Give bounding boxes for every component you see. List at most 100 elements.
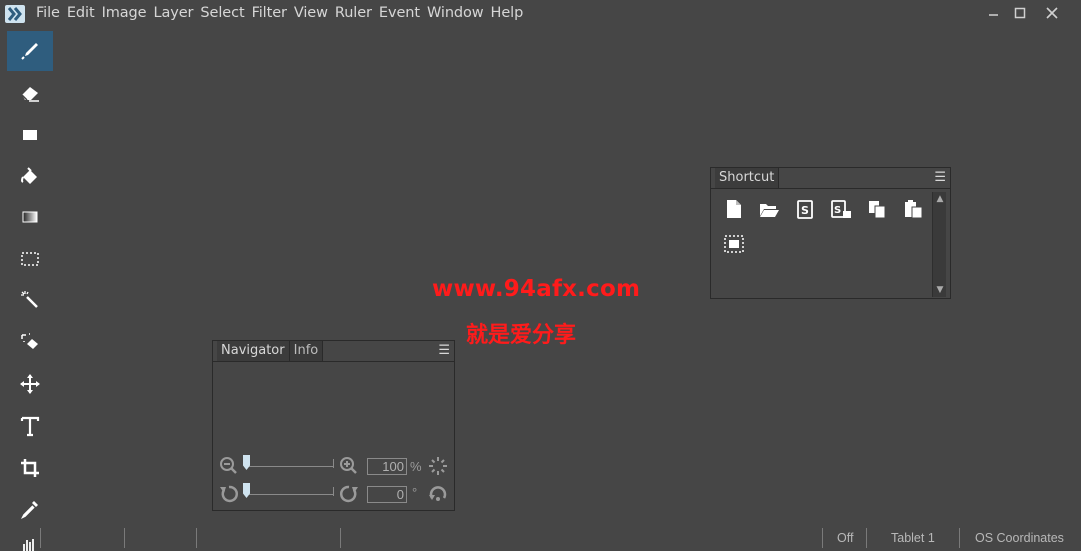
rotate-left-icon[interactable] [219,484,239,504]
marquee-icon [21,252,39,266]
rotation-slider-thumb[interactable] [243,483,250,498]
status-divider [124,528,125,548]
navigator-preview[interactable] [217,365,450,451]
zoom-slider-end [333,459,334,468]
rotation-slider-track[interactable] [244,494,334,495]
crop-icon [21,459,39,477]
status-divider [822,528,823,548]
reset-rotation-icon[interactable] [428,484,448,504]
menu-ruler[interactable]: Ruler [335,5,372,21]
menu-file[interactable]: File [36,5,60,21]
save-button[interactable]: S [793,197,817,221]
status-coordinates[interactable]: OS Coordinates [975,531,1064,545]
shortcut-panel: Shortcut ☰ S S ▲ ▼ [710,167,951,299]
scroll-down-icon[interactable]: ▼ [933,283,947,297]
zoom-value-field[interactable]: 100 [367,458,407,475]
paste-button[interactable] [901,197,925,221]
shortcut-scrollbar[interactable]: ▲ ▼ [932,192,946,297]
status-divider [340,528,341,548]
status-divider [196,528,197,548]
save-as-button[interactable]: S [829,197,853,221]
tool-bar [0,30,58,551]
menu-edit[interactable]: Edit [67,5,95,21]
tab-navigator[interactable]: Navigator [217,341,290,361]
shortcut-panel-header: Shortcut ☰ [711,168,950,189]
brush-icon [21,43,38,60]
select-all-icon [724,235,744,253]
close-button[interactable] [1041,4,1063,22]
maximize-button[interactable] [1009,4,1031,22]
menu-help[interactable]: Help [491,5,524,21]
menu-filter[interactable]: Filter [252,5,287,21]
new-file-icon [727,200,741,218]
new-file-button[interactable] [722,197,746,221]
status-divider [866,528,867,548]
gradient-tool[interactable] [7,197,53,237]
magic-wand-icon [21,291,38,308]
rotation-row: 0 ° [219,483,449,505]
rotation-value-field[interactable]: 0 [367,486,407,503]
tab-shortcut[interactable]: Shortcut [715,168,780,188]
tab-info[interactable]: Info [289,341,324,361]
save-as-icon: S [831,200,851,218]
eraser-tool[interactable] [7,73,53,113]
zoom-out-icon[interactable] [219,456,239,476]
text-tool[interactable] [7,406,53,446]
eyedropper-icon [20,501,38,520]
menu-event[interactable]: Event [379,5,420,21]
fill-tool[interactable] [7,156,53,196]
status-bar: Off Tablet 1 OS Coordinates [0,527,1081,551]
crop-tool[interactable] [7,448,53,488]
copy-button[interactable] [865,197,889,221]
zoom-in-icon[interactable] [339,456,359,476]
open-folder-button[interactable] [757,197,781,221]
svg-text:S: S [834,205,841,216]
rotate-right-icon[interactable] [339,484,359,504]
move-icon [20,374,40,394]
menu-window[interactable]: Window [427,5,484,21]
zoom-slider-thumb[interactable] [243,455,250,470]
copy-icon [869,201,886,219]
magic-wand-tool[interactable] [7,280,53,320]
watermark-site: www.94afx.com [432,276,641,302]
zoom-fit-icon[interactable] [428,456,448,476]
menu-bar: File Edit Image Layer Select Filter View… [0,0,1081,28]
app-logo-icon[interactable] [5,5,25,23]
close-icon [1046,7,1058,19]
save-icon: S [797,200,813,219]
move-tool[interactable] [7,364,53,404]
minimize-button[interactable] [982,4,1004,22]
maximize-icon [1014,7,1026,19]
open-folder-icon [760,204,779,217]
marquee-tool[interactable] [7,239,53,279]
watermark-slogan: 就是爱分享 [466,323,577,348]
shortcut-panel-menu-icon[interactable]: ☰ [934,170,946,185]
brush-tool[interactable] [7,31,53,71]
svg-text:S: S [801,204,809,217]
menu-layer[interactable]: Layer [153,5,193,21]
status-tablet[interactable]: Tablet 1 [891,531,935,545]
zoom-row: 100 % [219,455,449,477]
status-toggle[interactable]: Off [837,531,853,545]
gradient-icon [22,211,38,223]
zoom-slider-track[interactable] [244,466,334,467]
eyedropper-tool[interactable] [7,489,53,529]
paint-bucket-icon [21,167,37,184]
navigator-panel: Navigator Info ☰ 100 % 0 ° [212,340,455,511]
selection-eraser-tool[interactable] [7,322,53,362]
scroll-up-icon[interactable]: ▲ [933,192,947,206]
menu-view[interactable]: View [294,5,328,21]
select-all-button[interactable] [722,232,746,256]
shape-tool[interactable] [7,115,53,155]
status-divider [959,528,960,548]
menu-select[interactable]: Select [200,5,244,21]
rectangle-icon [23,130,37,140]
selection-eraser-icon [21,333,38,349]
navigator-panel-menu-icon[interactable]: ☰ [438,343,450,358]
rotation-slider-end [333,487,334,496]
menu-image[interactable]: Image [102,5,147,21]
status-divider [40,528,41,548]
navigator-panel-header: Navigator Info ☰ [213,341,454,362]
menu-items: File Edit Image Layer Select Filter View… [36,5,530,21]
eraser-icon [21,87,39,102]
